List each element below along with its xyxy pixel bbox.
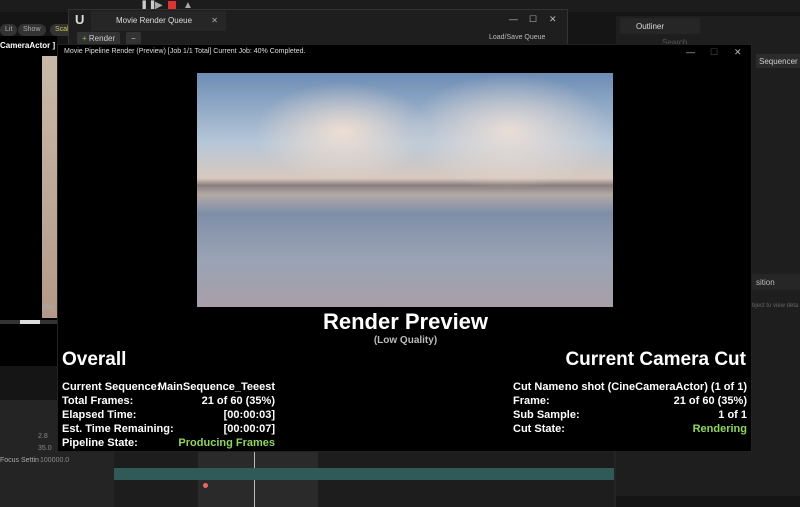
stop-icon[interactable] [168,1,176,9]
pipeline-state-value: Producing Frames [178,437,275,449]
unreal-logo-icon: U [75,12,85,27]
details-hint: bject to view deta [752,303,799,309]
focus-value[interactable]: 100000.0 [40,457,69,464]
level-viewport[interactable]: CameraActor ] Mai [0,36,57,366]
position-tab[interactable]: sition [752,274,800,290]
maximize-icon[interactable]: ☐ [529,14,537,25]
camera-track[interactable] [114,468,614,480]
sub-sample-value: 1 of 1 [718,409,747,421]
frame-value: 21 of 60 (35%) [673,395,747,407]
main-label: Mai [42,304,54,311]
minimize-icon[interactable]: — [509,14,518,24]
camera-actor-label: CameraActor ] [0,41,56,50]
sequencer-tab[interactable]: Sequencer [756,54,800,68]
focus-settings-label: Focus Settin [0,457,39,464]
show-button[interactable]: Show [18,24,46,36]
close-icon[interactable]: ✕ [734,47,742,58]
load-save-queue-button[interactable]: Load/Save Queue [489,34,545,41]
preview-window-title: Movie Pipeline Render (Preview) [Job 1/1… [64,48,306,55]
render-preview-window: Movie Pipeline Render (Preview) [Job 1/1… [57,44,752,452]
minimize-icon[interactable]: — [686,47,695,57]
render-preview-subheading: (Low Quality) [373,335,438,346]
overall-heading: Overall [62,349,127,370]
total-frames-value: 21 of 60 (35%) [201,395,275,407]
focal-value[interactable]: 35.0 [38,445,52,452]
render-preview-image [197,73,613,307]
camera-cut-stats: Cut Name: no shot (CineCameraActor) (1 of… [513,381,747,435]
cut-state-value: Rendering [692,423,747,435]
movie-render-queue-window: U Movie Render Queue ✕ — ☐ ✕ + Render − L… [68,9,568,45]
overall-stats: Current Sequence: MainSequence_Teeest Tot… [62,381,275,449]
time-remaining-value: [00:00:07] [223,423,275,435]
maximize-icon[interactable]: ☐ [710,47,718,58]
cut-name-value: no shot (CineCameraActor) (1 of 1) [564,381,747,393]
lit-button[interactable]: Lit [0,24,18,36]
outliner-tab[interactable]: Outliner [620,18,700,34]
keyframe[interactable] [203,483,208,488]
viewport-progress [20,320,40,324]
elapsed-time-value: [00:00:03] [223,409,275,421]
camera-cut-heading: Current Camera Cut [565,349,746,370]
current-sequence-value: MainSequence_Teeest [157,381,275,393]
mrq-tab-title: Movie Render Queue [116,16,193,25]
aperture-value[interactable]: 2.8 [38,433,48,440]
mrq-tab[interactable]: Movie Render Queue ✕ [91,11,226,31]
close-icon[interactable]: ✕ [211,16,218,25]
render-preview-heading: Render Preview [322,309,489,334]
viewport-image [42,56,57,318]
close-icon[interactable]: ✕ [549,14,557,25]
